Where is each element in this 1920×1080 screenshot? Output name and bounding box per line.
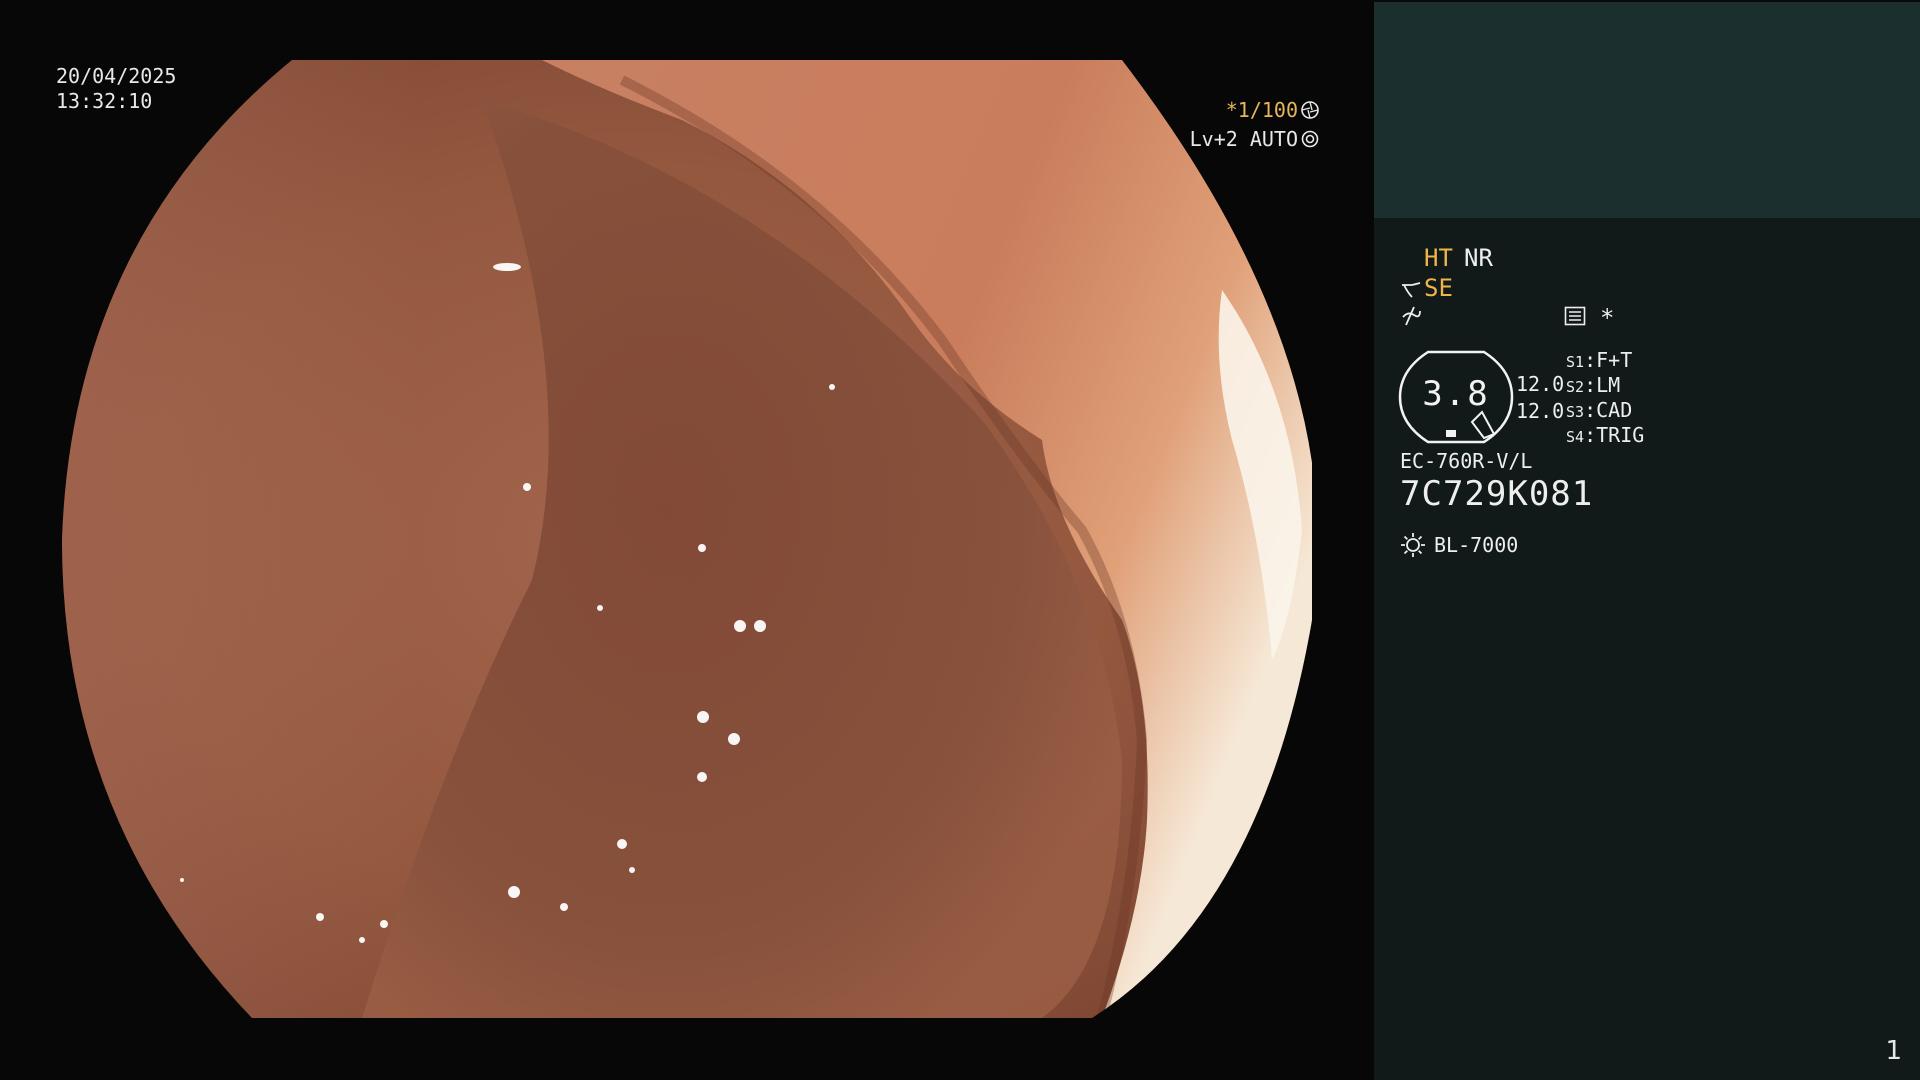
switch-value: TRIG bbox=[1596, 423, 1645, 447]
switch-key: S1 bbox=[1566, 353, 1585, 371]
time-label: 13:32:10 bbox=[56, 89, 153, 113]
endoscope-view bbox=[62, 60, 1312, 1018]
light-source-label: BL-7000 bbox=[1434, 533, 1519, 557]
nr-label: NR bbox=[1464, 244, 1493, 272]
endoscope-image bbox=[62, 60, 1312, 1018]
gain-value-1: 12.0 bbox=[1516, 372, 1565, 396]
gain-value-2: 12.0 bbox=[1516, 399, 1565, 423]
thumbnail-area bbox=[1374, 0, 1920, 218]
switch-value: CAD bbox=[1596, 398, 1633, 422]
date-time: 20/04/2025 13:32:10 bbox=[56, 64, 176, 114]
switch-row: S2:LM bbox=[1566, 373, 1621, 397]
shutter-indicator: *1/100 bbox=[1226, 98, 1320, 122]
switch-row: S3:CAD bbox=[1566, 398, 1633, 422]
light-source-row: BL-7000 bbox=[1400, 532, 1518, 558]
gauge-value: 3.8 bbox=[1422, 374, 1490, 414]
endoscopy-screen: 20/04/2025 13:32:10 *1/100 Lv+2 AUTO HT … bbox=[0, 0, 1920, 1080]
switch-value: F+T bbox=[1596, 348, 1633, 372]
switch-key: S2 bbox=[1566, 378, 1585, 396]
switch-key: S3 bbox=[1566, 403, 1585, 421]
switch-value: LM bbox=[1596, 373, 1621, 397]
shutter-label: *1/100 bbox=[1225, 98, 1298, 122]
se-row: SE bbox=[1400, 274, 1453, 302]
gear-icon bbox=[1301, 130, 1319, 148]
page-number: 1 bbox=[1885, 1036, 1902, 1066]
se-label: SE bbox=[1424, 274, 1453, 302]
info-panel: HT NR SE * 3.8 12.0 12.0 S1:F+T S2:LM S3… bbox=[1374, 0, 1920, 1080]
scope-model: EC-760R-V/L bbox=[1400, 449, 1533, 473]
slash-curve-icon bbox=[1402, 306, 1421, 326]
scope-serial: 7C729K081 bbox=[1400, 474, 1594, 514]
light-level-indicator: Lv+2 AUTO bbox=[1190, 127, 1320, 151]
ht-label: HT bbox=[1424, 244, 1453, 272]
aperture-icon bbox=[1301, 101, 1319, 119]
star-label: * bbox=[1600, 304, 1615, 332]
switch-row: S4:TRIG bbox=[1566, 423, 1645, 447]
scope-tip-icon bbox=[1402, 282, 1421, 298]
switch-key: S4 bbox=[1566, 428, 1585, 446]
list-icon bbox=[1564, 306, 1586, 330]
switch-row: S1:F+T bbox=[1566, 348, 1633, 372]
sun-icon bbox=[1401, 533, 1425, 557]
level-label: Lv+2 AUTO bbox=[1189, 127, 1298, 151]
enhancement-row bbox=[1400, 305, 1422, 331]
date-label: 20/04/2025 bbox=[56, 64, 177, 88]
